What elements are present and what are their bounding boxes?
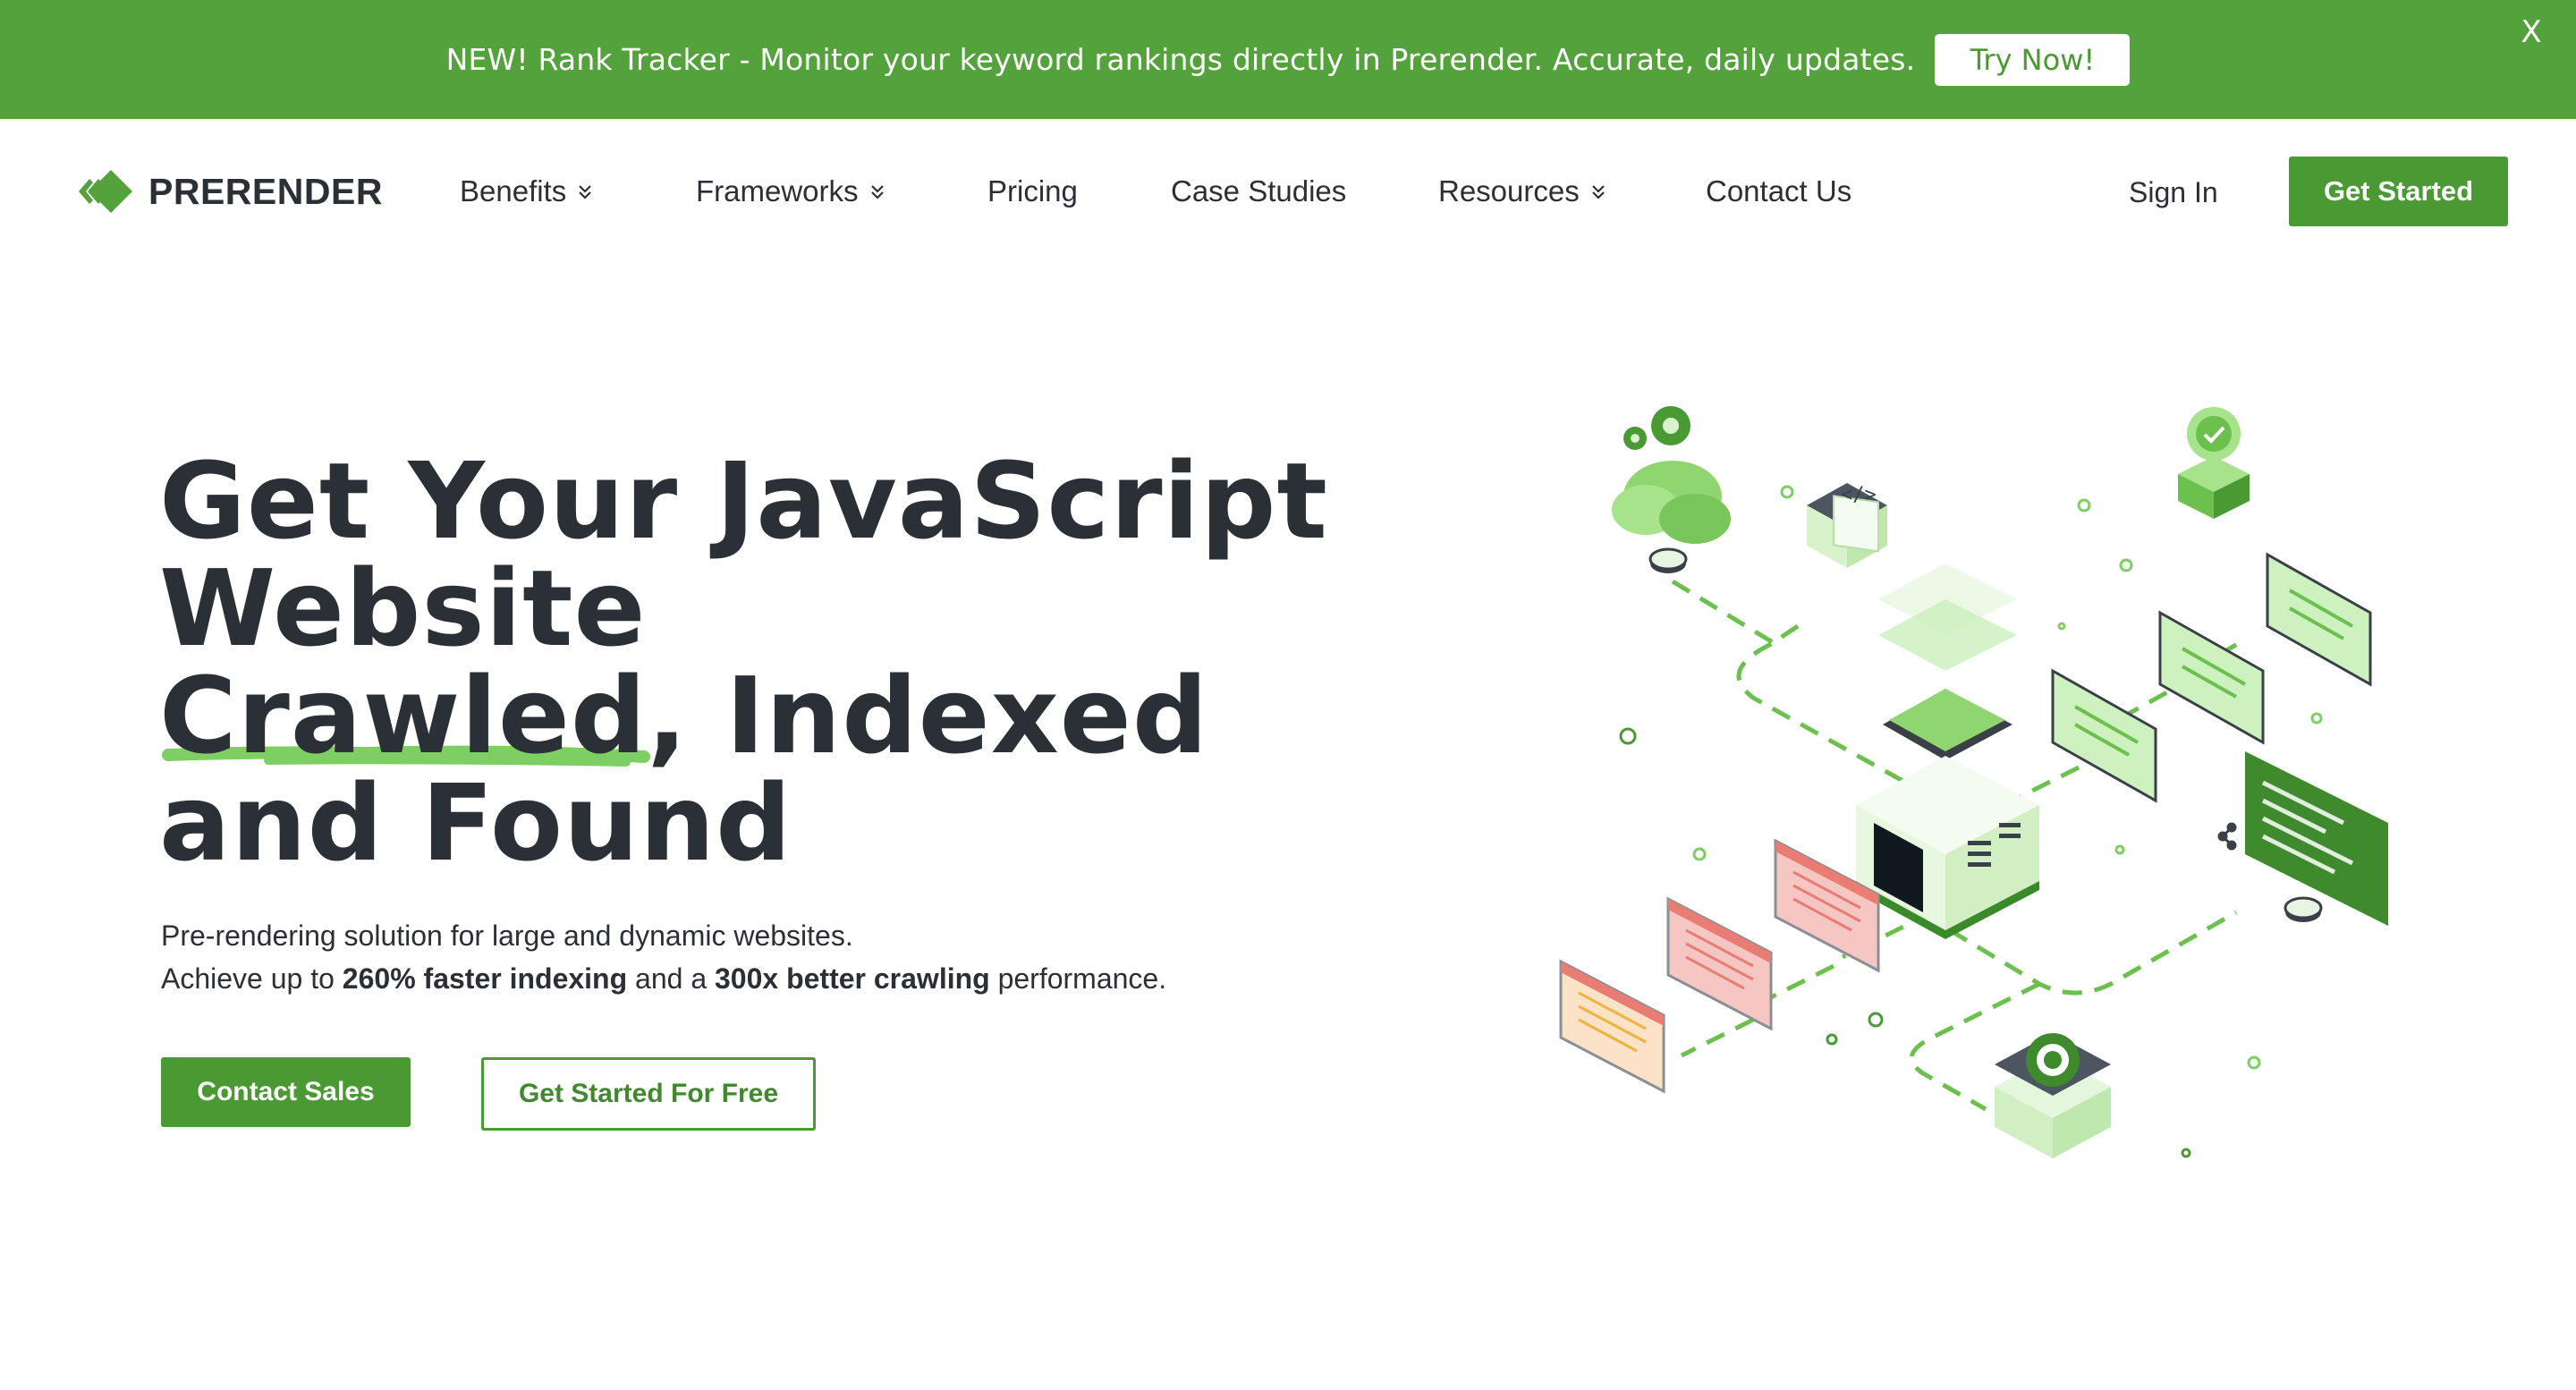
nav-label: Case Studies	[1171, 174, 1347, 208]
close-icon[interactable]: X	[2512, 13, 2551, 52]
try-now-button[interactable]: Try Now!	[1935, 33, 2131, 86]
subtitle-highlight: 260% faster indexing	[342, 962, 628, 995]
nav-label: Contact Us	[1706, 174, 1852, 208]
db-node	[1648, 547, 1688, 573]
nav-pricing[interactable]: Pricing	[987, 174, 1078, 208]
nav-benefits[interactable]: Benefits	[460, 174, 593, 208]
subtitle-text: performance.	[989, 962, 1167, 995]
hero-title-line: and Found	[159, 761, 792, 885]
nav-label: Pricing	[987, 174, 1078, 208]
chevron-double-down-icon	[1591, 185, 1605, 199]
announcement-text: NEW! Rank Tracker - Monitor your keyword…	[445, 42, 1916, 77]
chevron-double-down-icon	[870, 185, 884, 199]
chevron-double-down-icon	[579, 185, 592, 199]
subtitle-text: Achieve up to	[161, 962, 343, 995]
central-server	[1856, 564, 2039, 939]
get-started-button[interactable]: Get Started	[2289, 157, 2508, 226]
db-node	[2284, 896, 2323, 922]
code-label: </>	[1841, 484, 1877, 506]
nav-label: Resources	[1438, 174, 1580, 208]
nav-resources[interactable]: Resources	[1438, 174, 1606, 208]
hero-title-line: Crawled, Indexed	[159, 654, 1209, 777]
logo-text: PRERENDER	[148, 170, 383, 212]
get-started-free-button[interactable]: Get Started For Free	[481, 1057, 816, 1131]
server-icon: </>	[1807, 483, 1887, 568]
subtitle-line-1: Pre-rendering solution for large and dyn…	[161, 920, 853, 952]
logo-diamond-icon	[79, 170, 132, 213]
nav-contact-us[interactable]: Contact Us	[1706, 174, 1852, 208]
subtitle-text: and a	[627, 962, 715, 995]
nav-label: Frameworks	[696, 174, 859, 208]
hero-title-line: Website	[159, 547, 647, 670]
share-icon	[2217, 822, 2237, 851]
contact-sales-button[interactable]: Contact Sales	[161, 1057, 411, 1127]
nav-case-studies[interactable]: Case Studies	[1171, 174, 1346, 208]
hero-title: Get Your JavaScript Website Crawled, Ind…	[159, 439, 1328, 885]
cloud-icon	[1612, 461, 1731, 544]
check-badge-icon	[2178, 407, 2250, 519]
hero-subtitle: Pre-rendering solution for large and dyn…	[161, 914, 1166, 1000]
announcement-bar: NEW! Rank Tracker - Monitor your keyword…	[0, 0, 2576, 119]
hero-title-line: Get Your JavaScript	[159, 439, 1328, 563]
gear-icon	[1623, 406, 1690, 450]
logo[interactable]: PRERENDER	[70, 167, 383, 216]
subtitle-highlight: 300x better crawling	[715, 962, 990, 995]
chrome-icon	[1995, 1033, 2111, 1158]
nav-frameworks[interactable]: Frameworks	[696, 174, 886, 208]
code-window-icon	[2051, 552, 2388, 926]
sign-in-link[interactable]: Sign In	[2129, 176, 2218, 209]
subtitle-line-2: Achieve up to 260% faster indexing and a…	[161, 957, 1166, 1000]
nav-label: Benefits	[460, 174, 567, 208]
main-nav: PRERENDER Benefits Frameworks Pricing Ca…	[0, 119, 2576, 262]
hero-illustration: </>	[1559, 406, 2388, 1158]
